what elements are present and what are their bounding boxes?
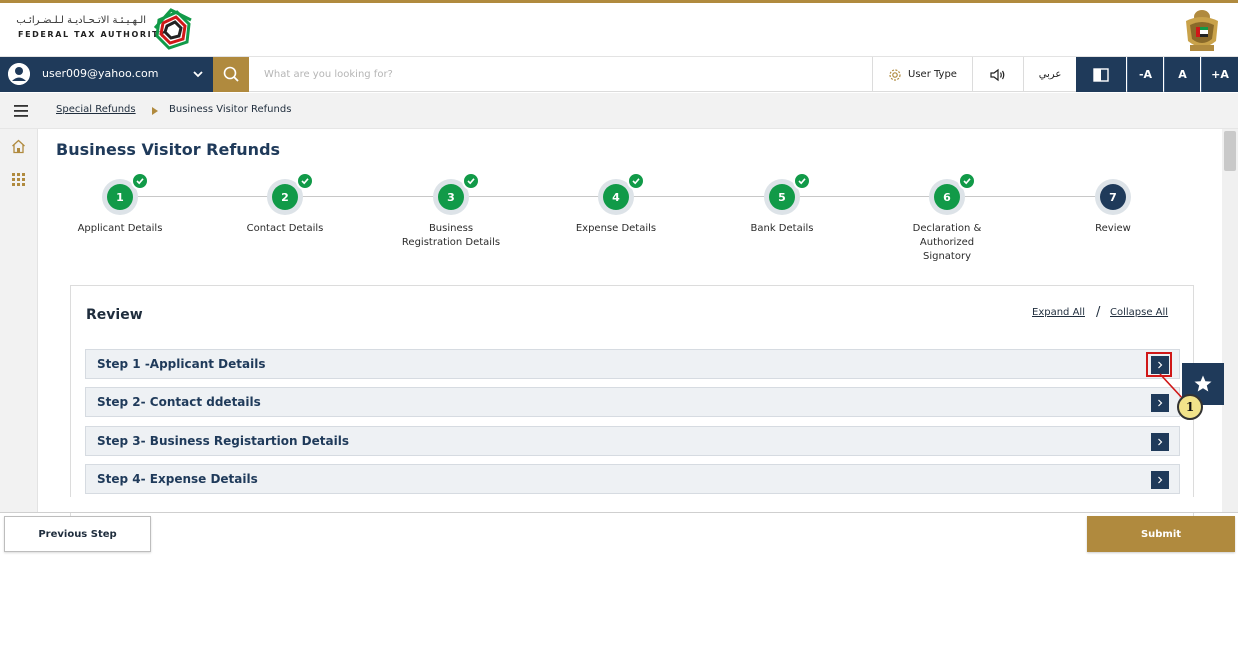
search-button[interactable] — [213, 57, 249, 92]
submit-button[interactable]: Submit — [1087, 516, 1235, 552]
step-number: 7 — [1100, 184, 1126, 210]
check-icon — [958, 172, 976, 190]
accordion-step-1[interactable]: Step 1 -Applicant Details — [85, 349, 1180, 379]
previous-step-button[interactable]: Previous Step — [4, 516, 151, 552]
breadcrumb-current: Business Visitor Refunds — [169, 104, 292, 115]
chevron-right-icon — [1158, 438, 1163, 446]
step-label: Declaration & Authorized Signatory — [912, 223, 982, 262]
header: الـهـيـئـة الاتـحـاديـة لـلـضـرائـب FEDE… — [0, 3, 1238, 57]
user-menu[interactable]: user009@yahoo.com — [0, 57, 213, 92]
breadcrumb: Special Refunds Business Visitor Refunds — [0, 93, 1238, 129]
step-number: 5 — [769, 184, 795, 210]
expand-button[interactable] — [1151, 471, 1169, 489]
speaker-icon — [990, 68, 1005, 81]
scroll-clip — [38, 497, 1222, 512]
accordion-label: Step 1 -Applicant Details — [97, 357, 266, 371]
link-separator: / — [1096, 305, 1101, 320]
chevron-right-icon — [1158, 476, 1163, 484]
collapse-all-link[interactable]: Collapse All — [1110, 307, 1168, 318]
apps-grid-icon[interactable] — [12, 173, 25, 186]
review-title: Review — [86, 307, 143, 323]
page-title: Business Visitor Refunds — [56, 140, 281, 159]
search-icon — [223, 66, 239, 82]
fta-logo-icon[interactable] — [150, 8, 196, 52]
read-aloud-button[interactable] — [972, 57, 1023, 92]
annotation-callout: 1 — [1177, 394, 1203, 420]
user-type-label: User Type — [908, 69, 957, 80]
font-increase-button[interactable]: +A — [1201, 57, 1238, 92]
chevron-down-icon — [193, 71, 203, 78]
user-email: user009@yahoo.com — [42, 67, 159, 80]
check-icon — [131, 172, 149, 190]
check-icon — [462, 172, 480, 190]
step-label: Contact Details — [246, 223, 324, 234]
contrast-toggle[interactable] — [1076, 57, 1126, 92]
scrollbar-track[interactable] — [1222, 129, 1238, 512]
home-icon[interactable] — [11, 139, 26, 154]
font-decrease-button[interactable]: -A — [1127, 57, 1163, 92]
accordion-label: Step 2- Contact ddetails — [97, 395, 261, 409]
user-avatar-icon — [8, 63, 30, 85]
breadcrumb-link-special-refunds[interactable]: Special Refunds — [56, 104, 136, 115]
user-type-button[interactable]: User Type — [872, 57, 972, 92]
page: الـهـيـئـة الاتـحـاديـة لـلـضـرائـب FEDE… — [0, 0, 1238, 648]
logo-english-text: FEDERAL TAX AUTHORITY — [18, 30, 167, 39]
accordion-step-3[interactable]: Step 3- Business Registartion Details — [85, 426, 1180, 456]
accordion-step-2[interactable]: Step 2- Contact ddetails — [85, 387, 1180, 417]
gear-icon — [889, 68, 901, 81]
expand-all-link[interactable]: Expand All — [1032, 307, 1085, 318]
step-number: 4 — [603, 184, 629, 210]
step-number: 2 — [272, 184, 298, 210]
contrast-icon — [1093, 67, 1109, 82]
breadcrumb-separator-icon — [152, 107, 158, 115]
step-label: Applicant Details — [77, 223, 163, 234]
step-number: 6 — [934, 184, 960, 210]
check-icon — [296, 172, 314, 190]
step-number: 1 — [107, 184, 133, 210]
hamburger-menu-icon[interactable] — [14, 105, 28, 117]
accordion-step-4[interactable]: Step 4- Expense Details — [85, 464, 1180, 494]
left-rail — [0, 129, 38, 512]
step-label: Bank Details — [750, 223, 814, 234]
uae-emblem-icon — [1186, 10, 1218, 51]
step-number: 3 — [438, 184, 464, 210]
review-card: Review Expand All / Collapse All Step 1 … — [70, 285, 1194, 525]
accordion-label: Step 4- Expense Details — [97, 472, 258, 486]
accordion-label: Step 3- Business Registartion Details — [97, 434, 349, 448]
toolbar: user009@yahoo.com User Type — [0, 57, 1238, 92]
step-label: Business Registration Details — [401, 223, 501, 248]
language-switch[interactable]: عربي — [1023, 57, 1076, 92]
search-input[interactable] — [252, 58, 872, 91]
font-normal-button[interactable]: A — [1164, 57, 1200, 92]
step-label: Review — [1095, 223, 1131, 234]
check-icon — [627, 172, 645, 190]
scrollbar-thumb[interactable] — [1224, 131, 1236, 171]
logo-arabic-text: الـهـيـئـة الاتـحـاديـة لـلـضـرائـب — [16, 15, 146, 26]
footer-divider — [0, 512, 1238, 513]
expand-button[interactable] — [1151, 433, 1169, 451]
step-label: Expense Details — [575, 223, 657, 234]
check-icon — [793, 172, 811, 190]
logo-text[interactable]: الـهـيـئـة الاتـحـاديـة لـلـضـرائـب FEDE… — [16, 15, 167, 39]
